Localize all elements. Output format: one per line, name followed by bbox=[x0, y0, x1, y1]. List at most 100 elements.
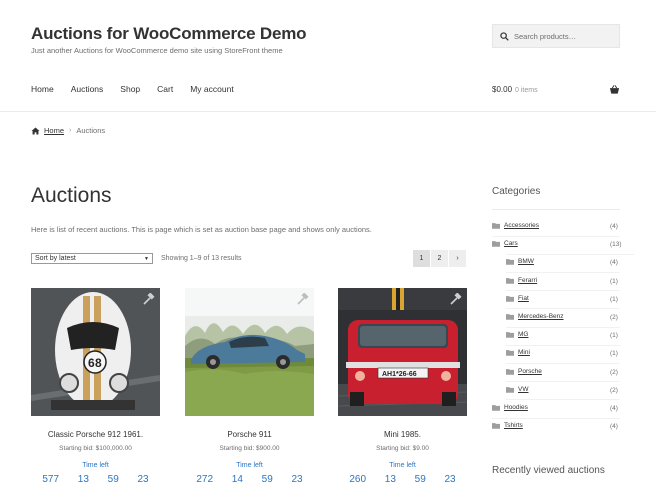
sort-selected-value: Sort by latest bbox=[35, 255, 76, 262]
product-bid: Starting bid: $100,000.00 bbox=[59, 445, 132, 452]
product-image-porsche-911[interactable] bbox=[185, 288, 314, 416]
product-image-porsche-912[interactable]: 6 8 bbox=[31, 288, 160, 416]
header-divider bbox=[0, 111, 656, 112]
site-title[interactable]: Auctions for WooCommerce Demo bbox=[31, 24, 307, 44]
category-count: (4) bbox=[610, 405, 618, 412]
countdown-seconds: 23 bbox=[444, 474, 456, 485]
category-item-cars[interactable]: Cars bbox=[492, 240, 518, 247]
categories-heading: Categories bbox=[492, 186, 541, 197]
product-name[interactable]: Classic Porsche 912 1961. bbox=[31, 430, 160, 439]
page-2[interactable]: 2 bbox=[431, 250, 448, 267]
category-count: (4) bbox=[610, 223, 618, 230]
category-link[interactable]: Fiat bbox=[518, 295, 529, 302]
category-count: (1) bbox=[610, 332, 618, 340]
search-box[interactable] bbox=[492, 24, 620, 48]
category-count: (2) bbox=[610, 386, 618, 394]
breadcrumb: Home › Auctions bbox=[31, 126, 105, 135]
folder-icon bbox=[506, 259, 514, 266]
caret-down-icon: ▼ bbox=[144, 255, 149, 262]
category-item-hoodies[interactable]: Hoodies bbox=[492, 404, 528, 411]
category-link[interactable]: Cars bbox=[504, 240, 518, 247]
product-name[interactable]: Mini 1985. bbox=[338, 430, 467, 439]
category-link[interactable]: MG bbox=[518, 331, 528, 338]
category-item-bmw[interactable]: BMW bbox=[506, 258, 534, 265]
countdown-minutes: 59 bbox=[107, 474, 119, 485]
category-link[interactable]: BMW bbox=[518, 258, 534, 265]
category-link[interactable]: Ferarri bbox=[518, 277, 537, 284]
product-image-mini[interactable]: AH1*26-66 bbox=[338, 288, 467, 416]
category-item-tshirts[interactable]: Tshirts bbox=[492, 422, 523, 429]
page-title: Auctions bbox=[31, 184, 112, 207]
category-link[interactable]: Accessories bbox=[504, 222, 539, 229]
nav-home[interactable]: Home bbox=[31, 84, 54, 94]
cart-items: 0 items bbox=[515, 87, 538, 94]
recently-viewed-heading: Recently viewed auctions bbox=[492, 465, 605, 476]
pagination: 1 2 › bbox=[413, 250, 466, 267]
page-next[interactable]: › bbox=[449, 250, 466, 267]
category-separator bbox=[506, 271, 620, 273]
category-separator bbox=[506, 253, 634, 255]
site-description: Just another Auctions for WooCommerce de… bbox=[31, 46, 283, 55]
countdown-days: 260 bbox=[349, 474, 367, 485]
categories-divider bbox=[492, 209, 620, 210]
primary-nav: Home Auctions Shop Cart My account bbox=[31, 84, 251, 94]
search-input[interactable] bbox=[514, 31, 614, 41]
category-item-mini[interactable]: Mini bbox=[506, 349, 530, 356]
countdown-hours: 13 bbox=[384, 474, 396, 485]
time-left-label: Time left bbox=[236, 462, 263, 469]
product-bid: Starting bid: $900.00 bbox=[219, 445, 280, 452]
category-count: (1) bbox=[610, 350, 618, 358]
nav-shop[interactable]: Shop bbox=[120, 84, 140, 94]
basket-icon[interactable] bbox=[609, 84, 620, 95]
category-separator bbox=[506, 362, 620, 364]
category-count: (2) bbox=[610, 314, 618, 321]
sort-select[interactable]: Sort by latest ▼ bbox=[31, 253, 153, 264]
category-link[interactable]: VW bbox=[518, 386, 528, 393]
category-item-vw[interactable]: VW bbox=[506, 386, 528, 393]
mini-license-plate: AH1*26-66 bbox=[382, 371, 417, 378]
category-link[interactable]: Mini bbox=[518, 349, 530, 356]
category-separator bbox=[506, 381, 620, 383]
countdown-minutes: 59 bbox=[414, 474, 426, 485]
category-item-accessories[interactable]: Accessories bbox=[492, 222, 539, 229]
folder-icon bbox=[506, 277, 514, 284]
page-1[interactable]: 1 bbox=[413, 250, 430, 267]
breadcrumb-current: Auctions bbox=[76, 126, 106, 135]
category-link[interactable]: Mercedes-Benz bbox=[518, 313, 564, 320]
countdown: 577 13 59 23 bbox=[31, 474, 160, 485]
category-link[interactable]: Tshirts bbox=[504, 422, 523, 429]
folder-icon bbox=[492, 405, 500, 411]
cart-summary[interactable]: $0.00 0 items bbox=[492, 85, 538, 94]
time-left-label: Time left bbox=[389, 462, 416, 469]
breadcrumb-home[interactable]: Home bbox=[44, 126, 64, 135]
category-count: (4) bbox=[610, 259, 618, 267]
category-item-ferarri[interactable]: Ferarri bbox=[506, 277, 537, 284]
nav-my-account[interactable]: My account bbox=[190, 84, 233, 94]
countdown-hours: 13 bbox=[77, 474, 89, 485]
product-card[interactable]: 6 8 Classic Porsche 912 1961. Starting b… bbox=[31, 288, 160, 485]
category-item-porsche[interactable]: Porsche bbox=[506, 368, 542, 375]
product-card[interactable]: AH1*26-66 Mini 1985. Starting bid: $9.00… bbox=[338, 288, 467, 485]
gavel-icon bbox=[450, 293, 462, 305]
countdown-seconds: 23 bbox=[291, 474, 303, 485]
gavel-icon bbox=[297, 293, 309, 305]
folder-icon bbox=[506, 368, 514, 375]
category-count: (1) bbox=[610, 277, 618, 285]
product-card[interactable]: Porsche 911 Starting bid: $900.00 Time l… bbox=[185, 288, 314, 485]
category-separator bbox=[506, 399, 620, 401]
category-item-fiat[interactable]: Fiat bbox=[506, 295, 529, 302]
time-left-label: Time left bbox=[82, 462, 109, 469]
nav-cart[interactable]: Cart bbox=[157, 84, 173, 94]
countdown: 272 14 59 23 bbox=[185, 474, 314, 485]
countdown-minutes: 59 bbox=[261, 474, 273, 485]
nav-auctions[interactable]: Auctions bbox=[71, 84, 104, 94]
category-item-mercedes-benz[interactable]: Mercedes-Benz bbox=[506, 313, 564, 320]
folder-icon bbox=[506, 350, 514, 357]
category-link[interactable]: Porsche bbox=[518, 368, 542, 375]
page-intro: Here is list of recent auctions. This is… bbox=[31, 225, 372, 234]
folder-icon bbox=[506, 314, 514, 320]
category-link[interactable]: Hoodies bbox=[504, 404, 528, 411]
category-item-mg[interactable]: MG bbox=[506, 331, 528, 338]
product-name[interactable]: Porsche 911 bbox=[185, 430, 314, 439]
home-icon bbox=[31, 126, 40, 135]
